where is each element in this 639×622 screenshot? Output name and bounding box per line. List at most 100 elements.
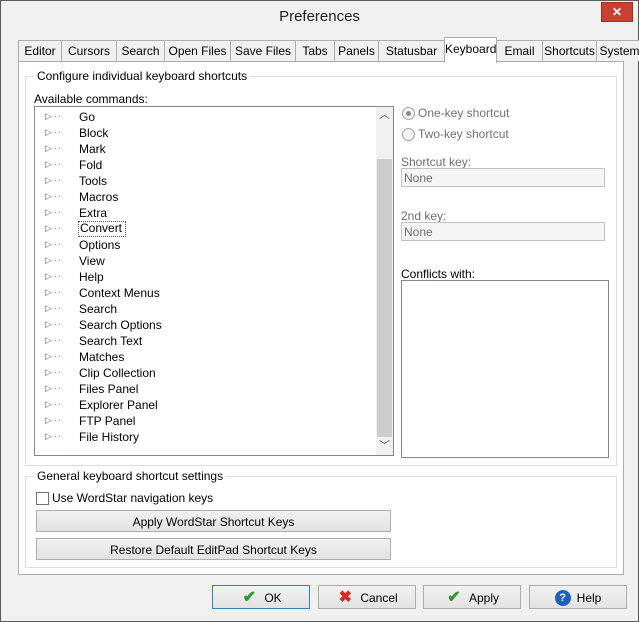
scroll-down-icon[interactable]: ﹀ (376, 438, 393, 455)
tree-connector: ·· (54, 271, 62, 281)
expand-arrow-icon[interactable]: ▷ (45, 398, 53, 411)
scroll-thumb[interactable] (377, 159, 392, 437)
tab-panels[interactable]: Panels (334, 40, 379, 61)
check-icon: ✔ (242, 588, 257, 606)
tree-item[interactable]: ▷ ·· Explorer Panel (35, 397, 375, 413)
two-key-label: Two-key shortcut (418, 127, 509, 141)
tree-item[interactable]: ▷ ·· Clip Collection (35, 365, 375, 381)
tab-email[interactable]: Email (496, 40, 543, 61)
tree-connector: ·· (54, 399, 62, 409)
expand-arrow-icon[interactable]: ▷ (45, 302, 53, 315)
tree-item[interactable]: ▷ ·· Search Text (35, 333, 375, 349)
tree-connector: ·· (54, 383, 62, 393)
expand-arrow-icon[interactable]: ▷ (45, 110, 53, 123)
tree-connector: ·· (54, 303, 62, 313)
help-button[interactable]: ? Help (529, 585, 627, 609)
tree-item[interactable]: ▷ ·· Fold (35, 157, 375, 173)
expand-arrow-icon[interactable]: ▷ (45, 334, 53, 347)
tree-connector: ·· (54, 175, 62, 185)
tree-item[interactable]: ▷ ·· Search Options (35, 317, 375, 333)
expand-arrow-icon[interactable]: ▷ (45, 158, 53, 171)
expand-arrow-icon[interactable]: ▷ (45, 174, 53, 187)
tree-item[interactable]: ▷ ·· Mark (35, 141, 375, 157)
expand-arrow-icon[interactable]: ▷ (45, 430, 53, 443)
expand-arrow-icon[interactable]: ▷ (45, 238, 53, 251)
second-key-field[interactable]: None (401, 222, 605, 241)
tree-item-label: File History (79, 430, 140, 444)
commands-tree[interactable]: ▷ ·· Go ▷ ·· Block ▷ ·· Mark ▷ ·· Fold ▷ ·· Tools ▷ ·· Ma… (34, 106, 394, 456)
expand-arrow-icon[interactable]: ▷ (45, 190, 53, 203)
tree-connector: ·· (54, 223, 62, 233)
tab-system[interactable]: System (596, 40, 639, 61)
tree-item-label: Options (79, 238, 121, 252)
expand-arrow-icon[interactable]: ▷ (45, 206, 53, 219)
available-commands-label: Available commands: (34, 92, 148, 106)
tree-item[interactable]: ▷ ·· Matches (35, 349, 375, 365)
restore-default-button[interactable]: Restore Default EditPad Shortcut Keys (36, 538, 391, 560)
scroll-up-icon[interactable]: ︿ (376, 107, 393, 124)
tree-item[interactable]: ▷ ·· Block (35, 125, 375, 141)
tab-shortcuts[interactable]: Shortcuts (542, 40, 597, 61)
shortcut-key-field[interactable]: None (401, 168, 605, 187)
tree-connector: ·· (54, 335, 62, 345)
tab-editor[interactable]: Editor (18, 40, 62, 61)
ok-button[interactable]: ✔ OK (212, 585, 310, 609)
tab-save-files[interactable]: Save Files (230, 40, 296, 61)
tab-statusbar[interactable]: Statusbar (378, 40, 445, 61)
tree-item-label: FTP Panel (79, 414, 136, 428)
tree-item[interactable]: ▷ ·· Help (35, 269, 375, 285)
title-bar: Preferences ✕ (1, 1, 638, 32)
tab-search[interactable]: Search (116, 40, 165, 61)
expand-arrow-icon[interactable]: ▷ (45, 382, 53, 395)
tab-cursors[interactable]: Cursors (61, 40, 117, 61)
expand-arrow-icon[interactable]: ▷ (45, 270, 53, 283)
cancel-label: Cancel (360, 590, 398, 605)
tree-item-label: Matches (79, 350, 125, 364)
expand-arrow-icon[interactable]: ▷ (45, 414, 53, 427)
wordstar-checkbox-label: Use WordStar navigation keys (52, 491, 214, 505)
expand-arrow-icon[interactable]: ▷ (45, 286, 53, 299)
tree-connector: ·· (54, 351, 62, 361)
tree-connector: ·· (54, 255, 62, 265)
tree-item[interactable]: ▷ ·· FTP Panel (35, 413, 375, 429)
conflicts-label: Conflicts with: (401, 267, 476, 281)
tree-scrollbar[interactable]: ︿ ﹀ (376, 107, 393, 455)
radio-unchecked-icon (402, 128, 415, 141)
tree-item[interactable]: ▷ ·· Tools (35, 173, 375, 189)
tree-item[interactable]: ▷ ·· View (35, 253, 375, 269)
tab-open-files[interactable]: Open Files (164, 40, 231, 61)
check-icon: ✔ (447, 588, 461, 606)
tab-tabs[interactable]: Tabs (295, 40, 335, 61)
tree-item-label: Context Menus (79, 286, 160, 300)
expand-arrow-icon[interactable]: ▷ (45, 254, 53, 267)
tab-keyboard[interactable]: Keyboard (444, 37, 497, 63)
close-button[interactable]: ✕ (601, 2, 633, 22)
tree-item-label: Clip Collection (79, 366, 156, 380)
tree-item[interactable]: ▷ ·· Extra (35, 205, 375, 221)
tree-item[interactable]: ▷ ·· Options (35, 237, 375, 253)
configure-group-title: Configure individual keyboard shortcuts (34, 69, 251, 83)
tree-connector: ·· (54, 207, 62, 217)
conflicts-list[interactable] (401, 280, 609, 458)
tree-connector: ·· (54, 415, 62, 425)
tree-item[interactable]: ▷ ·· File History (35, 429, 375, 445)
expand-arrow-icon[interactable]: ▷ (45, 142, 53, 155)
tree-item-label: Explorer Panel (79, 398, 158, 412)
tree-item-label: Tools (79, 174, 108, 188)
expand-arrow-icon[interactable]: ▷ (45, 366, 53, 379)
expand-arrow-icon[interactable]: ▷ (45, 222, 53, 235)
tree-item[interactable]: ▷ ·· Macros (35, 189, 375, 205)
tree-item[interactable]: ▷ ·· Files Panel (35, 381, 375, 397)
expand-arrow-icon[interactable]: ▷ (45, 350, 53, 363)
apply-wordstar-button[interactable]: Apply WordStar Shortcut Keys (36, 510, 391, 532)
apply-button[interactable]: ✔ Apply (423, 585, 521, 609)
help-icon: ? (554, 589, 571, 606)
tree-item[interactable]: ▷ ·· Search (35, 301, 375, 317)
tree-item[interactable]: ▷ ·· Context Menus (35, 285, 375, 301)
expand-arrow-icon[interactable]: ▷ (45, 126, 53, 139)
expand-arrow-icon[interactable]: ▷ (45, 318, 53, 331)
cancel-button[interactable]: ✖ Cancel (318, 585, 416, 609)
tree-connector: ·· (54, 239, 62, 249)
tree-item[interactable]: ▷ ·· Convert (35, 221, 375, 237)
tree-item[interactable]: ▷ ·· Go (35, 109, 375, 125)
